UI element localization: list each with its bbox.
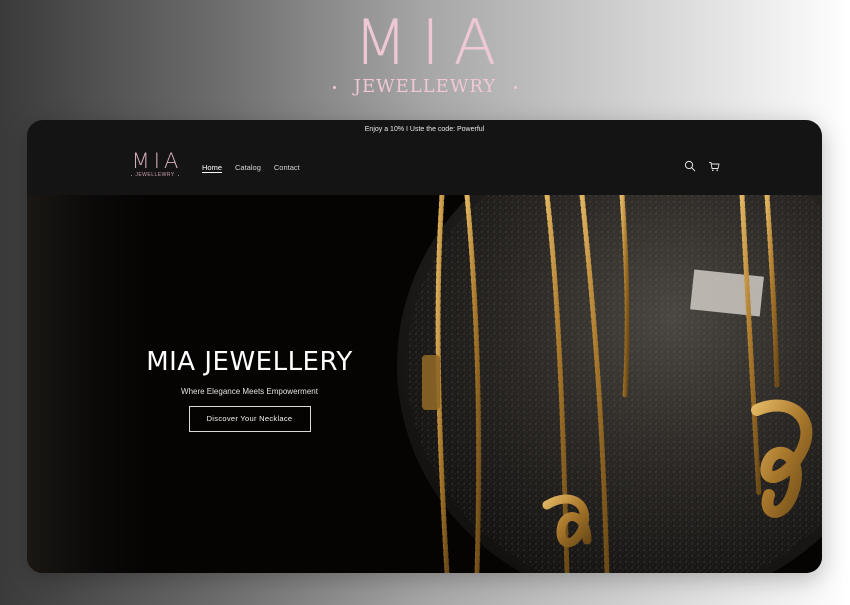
brand-dot-right — [514, 85, 518, 89]
website-preview: Enjoy a 10% I Uste the code: Powerful MI… — [27, 120, 822, 573]
site-header: MIA JEWELLEWRY Home Catalog Contact — [27, 138, 822, 196]
hero-title: MIA JEWELLERY — [146, 347, 353, 377]
header-icons — [684, 160, 720, 172]
nav-item-contact[interactable]: Contact — [274, 163, 300, 172]
nav-item-catalog[interactable]: Catalog — [235, 163, 261, 172]
site-logo[interactable]: MIA JEWELLEWRY — [127, 150, 183, 179]
hero-subtitle: Where Elegance Meets Empowerment — [181, 387, 318, 396]
brand-logo-subtitle: JEWELLEWRY — [353, 76, 497, 97]
site-logo-subtitle: JEWELLEWRY — [135, 172, 175, 178]
hero-content: MIA JEWELLERY Where Elegance Meets Empow… — [122, 345, 377, 432]
cart-icon[interactable] — [708, 160, 720, 172]
necklace-image — [397, 195, 822, 573]
search-icon[interactable] — [684, 160, 696, 172]
logo-dot-right — [177, 174, 180, 177]
main-nav: Home Catalog Contact — [202, 163, 300, 172]
announcement-bar: Enjoy a 10% I Uste the code: Powerful — [364, 126, 485, 133]
nav-item-home[interactable]: Home — [202, 163, 222, 172]
brand-logo: MIA JEWELLEWRY — [0, 8, 850, 98]
site-logo-mark: MIA — [131, 149, 183, 173]
brand-logo-sub: JEWELLEWRY — [0, 76, 850, 98]
hero-banner: MIA JEWELLERY Where Elegance Meets Empow… — [27, 195, 822, 573]
brand-dot-left — [332, 85, 336, 89]
brand-logo-mark: MIA — [353, 6, 511, 79]
site-logo-sub: JEWELLEWRY — [127, 172, 183, 179]
logo-dot-left — [130, 174, 133, 177]
discover-necklace-button[interactable]: Discover Your Necklace — [188, 406, 311, 432]
